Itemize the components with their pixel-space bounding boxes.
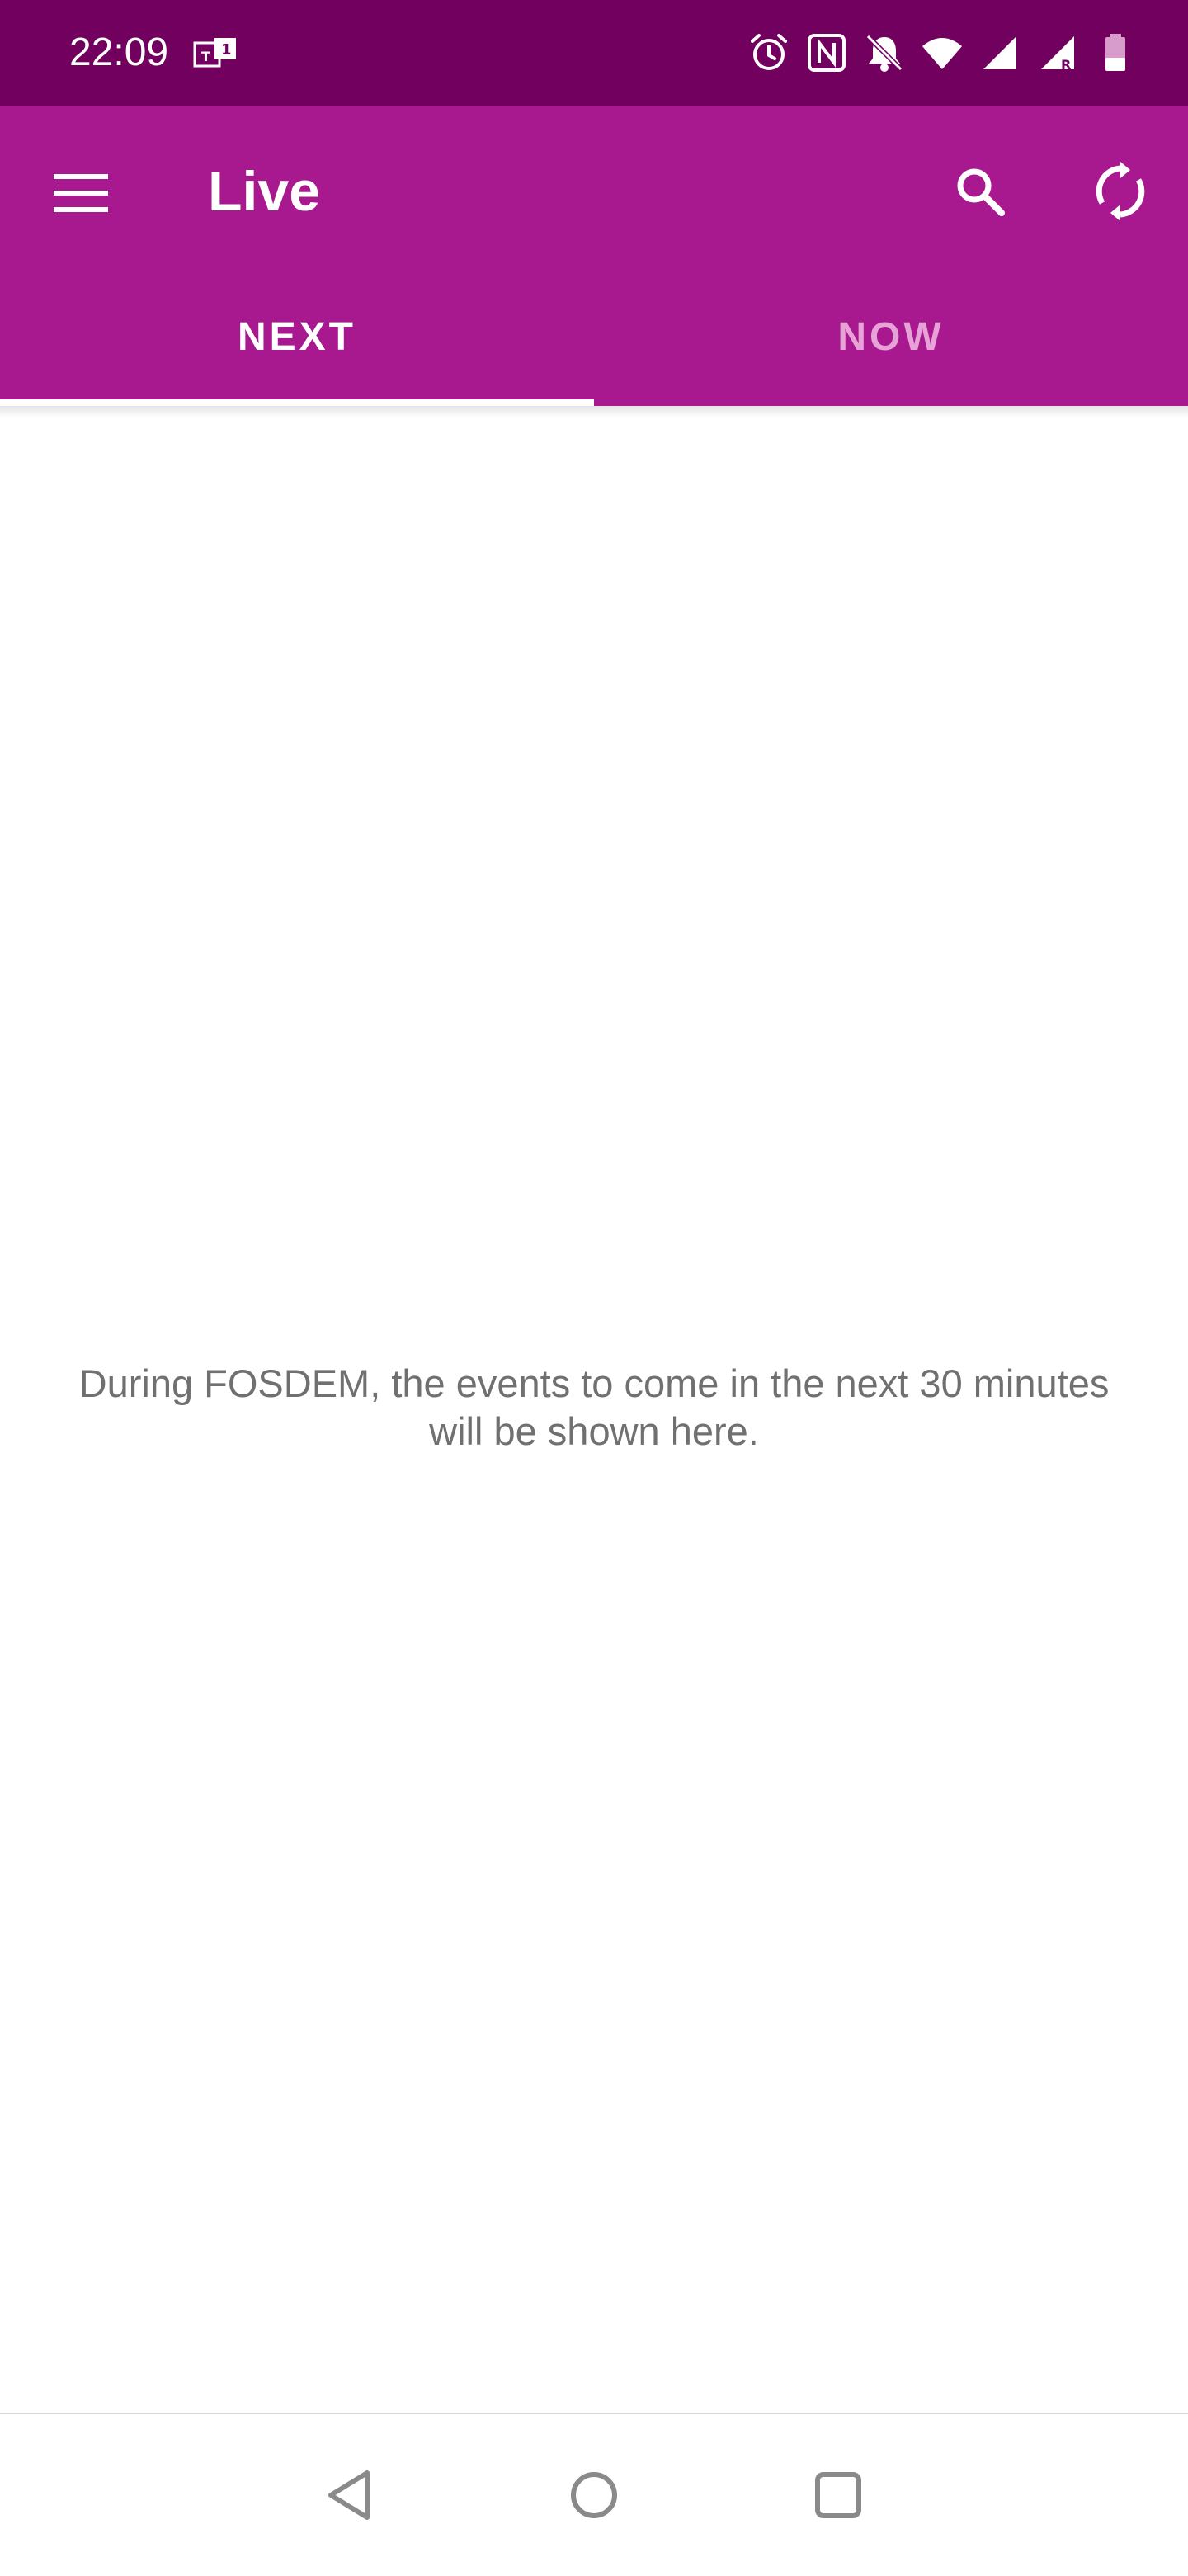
toolbar: Live <box>0 106 1188 267</box>
tab-now[interactable]: NOW <box>594 267 1188 406</box>
page-title: Live <box>208 160 321 223</box>
recents-icon <box>815 2472 861 2518</box>
menu-button[interactable] <box>41 153 120 233</box>
search-button[interactable] <box>940 152 1020 231</box>
alarm-icon <box>751 34 787 70</box>
menu-icon <box>54 174 108 212</box>
empty-state-message: During FOSDEM, the events to come in the… <box>33 1360 1155 1455</box>
tab-now-label: NOW <box>837 314 945 359</box>
back-icon <box>328 2470 370 2520</box>
app-bar: Live NEXT NOW <box>0 106 1188 406</box>
nfc-icon <box>808 34 846 72</box>
status-icons: R <box>747 28 1137 78</box>
home-icon <box>571 2472 617 2518</box>
status-time: 22:09 <box>69 31 169 74</box>
refresh-icon <box>1096 162 1145 221</box>
status-bar: 22:09 T 1 R <box>0 0 1188 106</box>
tab-indicator <box>0 399 594 406</box>
svg-text:T: T <box>201 49 210 64</box>
empty-message-line-2: will be shown here. <box>429 1409 759 1453</box>
svg-text:1: 1 <box>221 41 232 59</box>
svg-text:R: R <box>1061 57 1071 73</box>
teams-notification-icon: T 1 <box>193 38 236 68</box>
bell-off-icon <box>865 34 903 72</box>
tab-next[interactable]: NEXT <box>0 267 594 406</box>
signal-roaming-icon: R <box>1041 36 1074 73</box>
signal-icon <box>983 36 1016 69</box>
app-bar-shadow <box>0 406 1188 418</box>
search-icon <box>957 168 1005 216</box>
home-button[interactable] <box>553 2454 635 2536</box>
recents-button[interactable] <box>797 2454 879 2536</box>
wifi-icon <box>922 38 962 69</box>
tab-next-label: NEXT <box>237 314 356 359</box>
battery-icon <box>1106 34 1125 71</box>
navigation-bar <box>0 2413 1188 2576</box>
back-button[interactable] <box>309 2454 391 2536</box>
refresh-button[interactable] <box>1081 152 1160 231</box>
tab-bar: NEXT NOW <box>0 267 1188 406</box>
empty-message-line-1: During FOSDEM, the events to come in the… <box>78 1361 1110 1405</box>
